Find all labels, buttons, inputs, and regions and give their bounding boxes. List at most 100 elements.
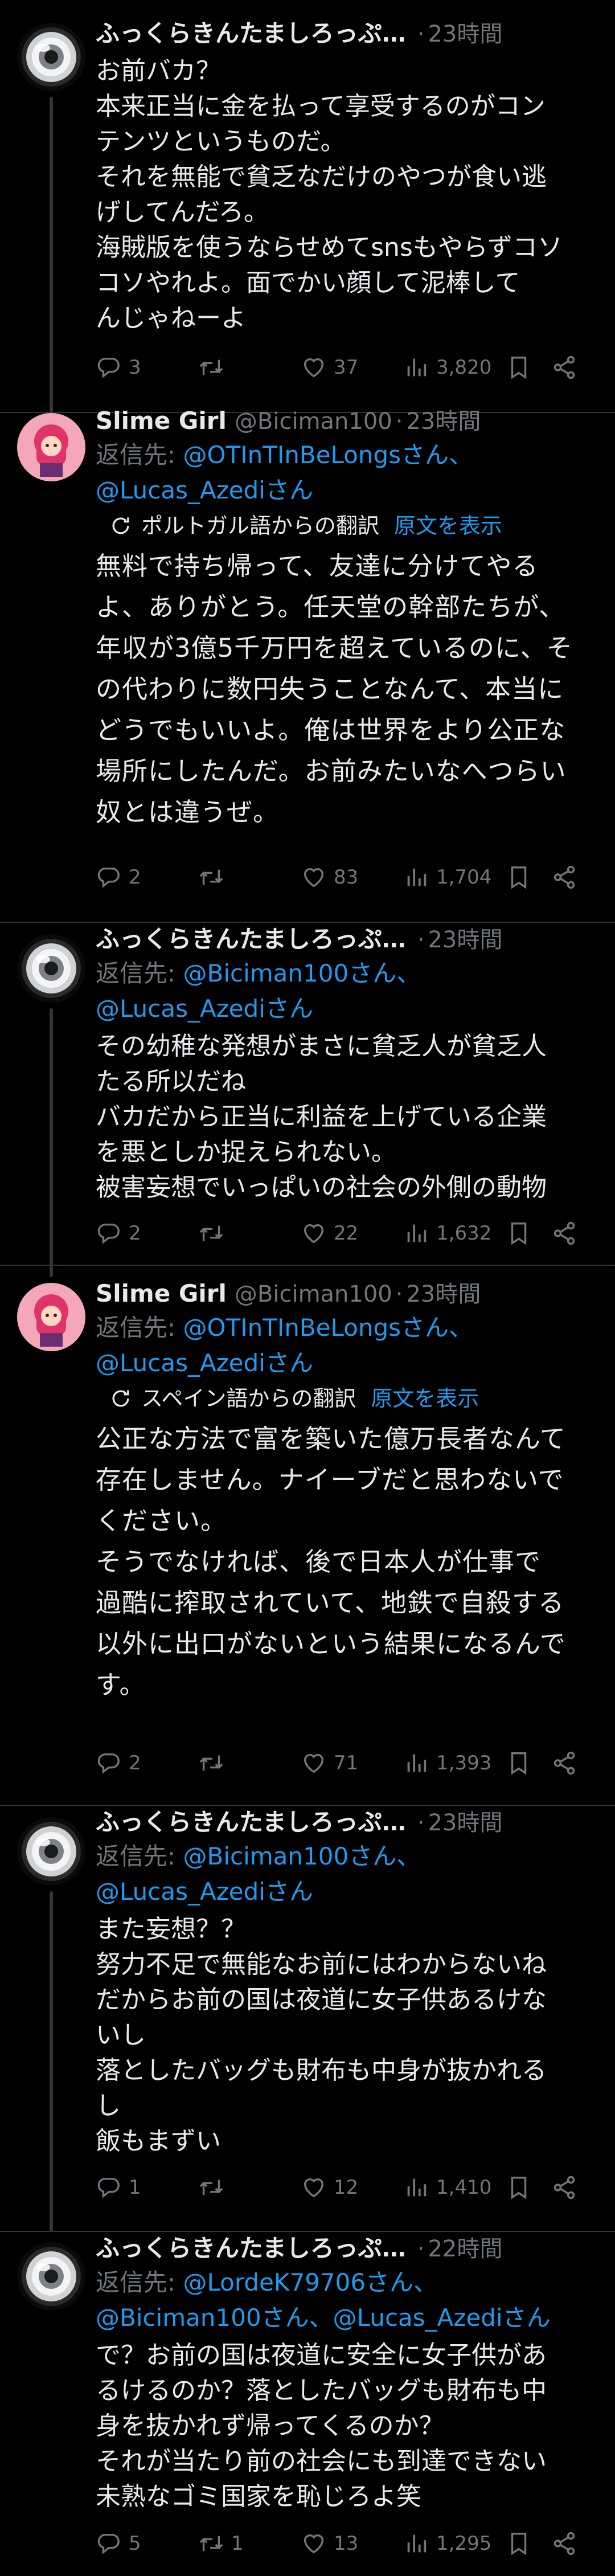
display-name[interactable]: Slime Girl: [96, 1277, 227, 1310]
share-button[interactable]: [551, 347, 577, 387]
reply-count: 2: [129, 866, 141, 889]
like-button[interactable]: 12: [301, 2168, 358, 2207]
mention-link[interactable]: @Lucas_Azediさん: [96, 1878, 313, 1906]
bookmark-button[interactable]: [506, 1213, 532, 1253]
mention-link[interactable]: @OTInTInBeLongsさん、: [183, 1314, 473, 1342]
reply-icon: [96, 1220, 122, 1246]
views-button[interactable]: 1,295: [403, 2524, 491, 2563]
views-button[interactable]: 1,704: [403, 857, 491, 897]
like-button[interactable]: 37: [301, 347, 358, 387]
retweet-button[interactable]: [198, 2168, 231, 2207]
timestamp[interactable]: 23時間: [406, 1278, 481, 1310]
share-button[interactable]: [551, 2168, 577, 2207]
display-name[interactable]: ふっくらきんたましろっぷ…: [96, 923, 406, 956]
views-button[interactable]: 3,820: [403, 347, 491, 387]
tweet[interactable]: ふっくらきんたましろっぷ… · 23時間 お前バカ？ 本来正当に金を払って享受す…: [0, 0, 615, 413]
separator-dot: ·: [417, 2236, 425, 2262]
retweet-button[interactable]: [198, 857, 231, 897]
display-name[interactable]: ふっくらきんたましろっぷ…: [96, 17, 406, 50]
tweet-text: 無料で持ち帰って、友達に分けてやる よ、ありがとう。任天堂の幹部たちが、 年収が…: [96, 551, 573, 827]
timestamp[interactable]: 23時間: [406, 405, 481, 437]
reply-button[interactable]: 2: [96, 1213, 141, 1253]
avatar[interactable]: [17, 1283, 85, 1351]
reply-button[interactable]: 2: [96, 857, 141, 897]
share-icon: [551, 1220, 577, 1246]
show-original-link[interactable]: 原文を表示: [371, 1381, 479, 1416]
avatar[interactable]: [17, 934, 85, 1003]
share-icon: [551, 1750, 577, 1776]
timestamp[interactable]: 23時間: [428, 18, 502, 50]
translate-icon: [112, 1390, 129, 1407]
timestamp[interactable]: 22時間: [428, 2232, 502, 2265]
like-count: 37: [334, 356, 359, 379]
bookmark-button[interactable]: [506, 2168, 532, 2207]
like-button[interactable]: 22: [301, 1213, 358, 1253]
display-name[interactable]: ふっくらきんたましろっぷ…: [96, 1806, 406, 1839]
translation-label: スペイン語からの翻訳: [141, 1386, 356, 1411]
views-button[interactable]: 1,393: [403, 1743, 491, 1783]
mention-link[interactable]: @Biciman100さん、: [183, 1842, 421, 1870]
retweet-button[interactable]: [198, 347, 231, 387]
tweet-text: で？お前の国は夜道に安全に女子供があ るけるのか？落としたバッグも財布も中 身を…: [96, 2341, 547, 2511]
view-count: 3,820: [436, 356, 492, 379]
retweet-button[interactable]: 1: [198, 2524, 244, 2563]
share-button[interactable]: [551, 1743, 577, 1783]
timestamp[interactable]: 23時間: [428, 1806, 502, 1839]
avatar[interactable]: [17, 23, 85, 91]
bookmark-button[interactable]: [506, 347, 532, 387]
bookmark-icon: [506, 1220, 532, 1246]
display-name[interactable]: ふっくらきんたましろっぷ…: [96, 2232, 406, 2265]
like-button[interactable]: 83: [301, 857, 358, 897]
like-button[interactable]: 13: [301, 2524, 358, 2563]
avatar[interactable]: [17, 413, 85, 481]
views-button[interactable]: 1,632: [403, 1213, 491, 1253]
tweet[interactable]: ふっくらきんたましろっぷ… · 22時間 返信先: @LordeK79706さん…: [0, 2232, 615, 2576]
tweet-text: その幼稚な発想がまさに貧乏人が貧乏人 たる所以だね バカだから正当に利益を上げて…: [96, 1032, 547, 1202]
share-icon: [551, 2530, 577, 2557]
reply-icon: [96, 2530, 122, 2557]
tweet[interactable]: ふっくらきんたましろっぷ… · 23時間 返信先: @Biciman100さん、…: [0, 1806, 615, 2232]
user-handle[interactable]: @Biciman100: [235, 1278, 392, 1310]
mention-link[interactable]: @Lucas_Azediさん: [96, 476, 313, 504]
bookmark-button[interactable]: [506, 1743, 532, 1783]
reply-context: 返信先: @OTInTInBeLongsさん、 @Lucas_Azediさん: [96, 1310, 598, 1381]
mention-link[interactable]: @LordeK79706さん、: [183, 2268, 438, 2296]
timestamp[interactable]: 23時間: [428, 923, 502, 956]
reply-button[interactable]: 2: [96, 1743, 141, 1783]
retweet-button[interactable]: [198, 1213, 231, 1253]
display-name[interactable]: Slime Girl: [96, 404, 227, 437]
views-button[interactable]: 1,410: [403, 2168, 491, 2207]
thread-line: [50, 97, 53, 413]
share-button[interactable]: [551, 1213, 577, 1253]
share-button[interactable]: [551, 2524, 577, 2563]
reply-count: 1: [129, 2176, 141, 2199]
reply-icon: [96, 864, 122, 890]
bar-chart-icon: [403, 2174, 429, 2201]
user-handle[interactable]: @Biciman100: [235, 405, 392, 437]
reply-count: 5: [129, 2532, 141, 2555]
like-count: 12: [334, 2176, 359, 2199]
tweet[interactable]: Slime Girl @Biciman100 · 23時間 返信先: @OTIn…: [0, 393, 615, 923]
show-original-link[interactable]: 原文を表示: [394, 508, 502, 543]
reply-button[interactable]: 3: [96, 347, 141, 387]
action-bar: 2 22 1,632: [96, 1213, 585, 1253]
tweet[interactable]: Slime Girl @Biciman100 · 23時間 返信先: @OTIn…: [0, 1266, 615, 1806]
like-button[interactable]: 71: [301, 1743, 358, 1783]
avatar[interactable]: [17, 1817, 85, 1886]
bar-chart-icon: [403, 354, 429, 381]
mention-link[interactable]: @Lucas_Azediさん: [96, 995, 313, 1023]
mention-link[interactable]: @Biciman100さん、@Lucas_Azediさん: [96, 2304, 551, 2332]
avatar[interactable]: [17, 2242, 85, 2311]
retweet-button[interactable]: [198, 1743, 231, 1783]
mention-link[interactable]: @Biciman100さん、: [183, 959, 421, 987]
bookmark-button[interactable]: [506, 857, 532, 897]
tweet[interactable]: ふっくらきんたましろっぷ… · 23時間 返信先: @Biciman100さん、…: [0, 923, 615, 1266]
mention-link[interactable]: @Lucas_Azediさん: [96, 1349, 313, 1377]
reply-context: 返信先: @Biciman100さん、 @Lucas_Azediさん: [96, 956, 598, 1027]
mention-link[interactable]: @OTInTInBeLongsさん、: [183, 441, 473, 469]
reply-button[interactable]: 1: [96, 2168, 141, 2207]
share-button[interactable]: [551, 857, 577, 897]
bookmark-button[interactable]: [506, 2524, 532, 2563]
reply-button[interactable]: 5: [96, 2524, 141, 2563]
reply-count: 2: [129, 1222, 141, 1245]
